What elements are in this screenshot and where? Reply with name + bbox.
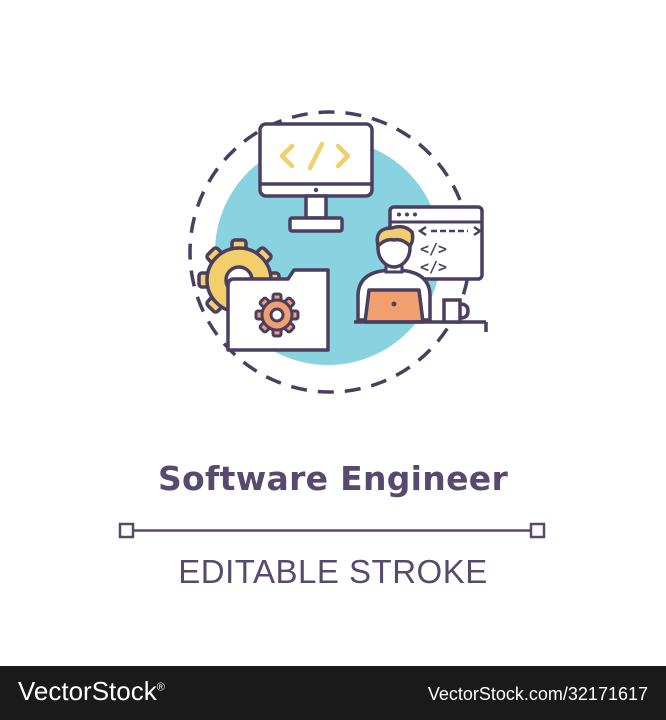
svg-text:</>: </> [420,240,447,258]
svg-text:</>: </> [420,258,447,276]
subtitle: EDITABLE STROKE [178,553,488,590]
software-engineer-illustration: </> </> [188,110,488,394]
image-id: VectorStock.com/32171617 [427,684,648,704]
page-title: Software Engineer [157,459,509,498]
coffee-mug-icon [442,298,470,324]
brand-logo: VectorStock® [18,676,165,706]
divider-right-handle [529,522,546,539]
footer-bar: VectorStock® VectorStock.com/32171617 [0,666,666,720]
divider-line [118,522,546,539]
divider-left-handle [118,522,135,539]
settings-folder-icon [226,268,330,352]
